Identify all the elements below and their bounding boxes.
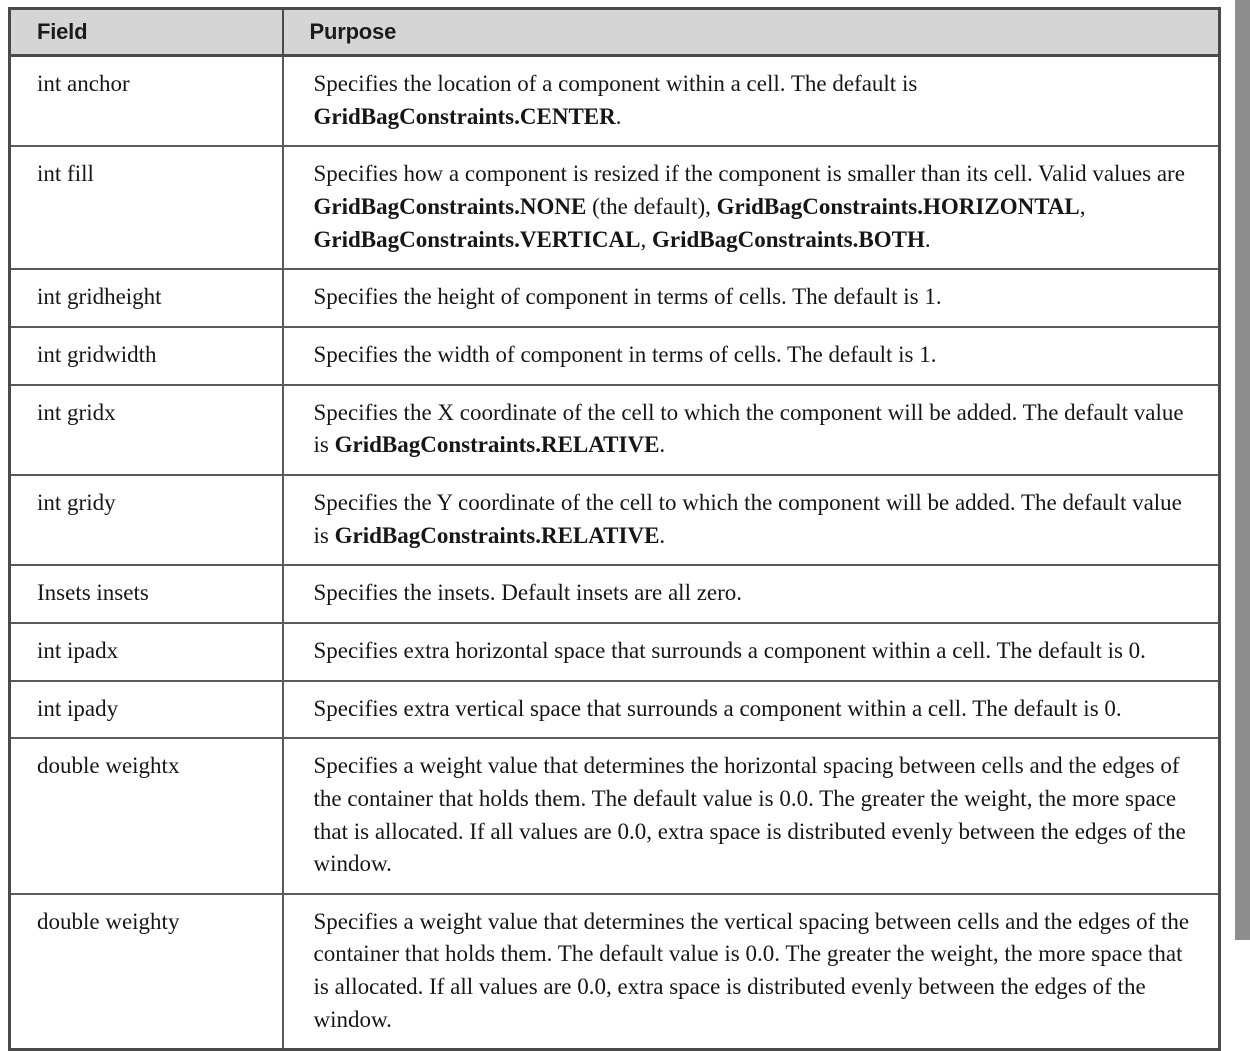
- table-row: int gridy Specifies the Y coordinate of t…: [9, 473, 1220, 566]
- purpose-text: (the default),: [586, 193, 717, 219]
- constant-name: GridBagConstraints.RELATIVE: [334, 522, 660, 548]
- cell-field: int ipady: [9, 679, 284, 739]
- cell-purpose: Specifies extra vertical space that surr…: [282, 679, 1220, 739]
- purpose-text: Specifies extra vertical space that surr…: [313, 695, 1122, 721]
- purpose-text: Specifies the height of component in ter…: [313, 284, 942, 310]
- cell-purpose: Specifies extra horizontal space that su…: [282, 621, 1220, 681]
- cell-field: int gridwidth: [9, 325, 284, 385]
- constant-name: GridBagConstraints.BOTH: [652, 226, 925, 252]
- cell-field: Insets insets: [9, 564, 284, 623]
- table-row: int ipadx Specifies extra horizontal spac…: [9, 621, 1220, 681]
- cell-field: int gridy: [9, 473, 284, 566]
- purpose-text: Specifies extra horizontal space that su…: [313, 637, 1146, 663]
- cell-purpose: Specifies the Y coordinate of the cell t…: [282, 473, 1220, 566]
- purpose-text: Specifies the width of component in term…: [313, 341, 937, 367]
- cell-field: int gridx: [9, 383, 284, 475]
- table-row: Insets insets Specifies the insets. Defau…: [9, 564, 1220, 623]
- table-header: Field Purpose: [9, 8, 1220, 57]
- purpose-text: Specifies the location of a component wi…: [313, 71, 918, 96]
- constant-name: GridBagConstraints.NONE: [313, 193, 587, 219]
- constant-name: GridBagConstraints.VERTICAL: [313, 226, 641, 252]
- page-edge-strip: [1235, 0, 1250, 940]
- table-row: double weighty Specifies a weight value t…: [9, 892, 1220, 1050]
- table-row: int fill Specifies how a component is res…: [9, 145, 1220, 270]
- purpose-text: .: [615, 103, 622, 129]
- specs-table-container: Field Purpose int anchor Specifies the lo…: [8, 7, 1221, 1051]
- purpose-text: .: [924, 226, 931, 252]
- constant-name: GridBagConstraints.RELATIVE: [334, 432, 660, 458]
- gridbagconstraints-fields-table: Field Purpose int anchor Specifies the lo…: [8, 7, 1221, 1051]
- table-body: int anchor Specifies the location of a co…: [9, 55, 1220, 1050]
- purpose-text: .: [659, 522, 666, 548]
- cell-purpose: Specifies a weight value that determines…: [282, 737, 1220, 894]
- table-row: int anchor Specifies the location of a co…: [9, 55, 1220, 147]
- purpose-text: Specifies how a component is resized if …: [313, 161, 1185, 187]
- cell-purpose: Specifies the insets. Default insets are…: [282, 564, 1220, 623]
- purpose-text: Specifies a weight value that determines…: [313, 908, 1190, 1032]
- column-header-purpose: Purpose: [282, 8, 1220, 57]
- cell-field: double weighty: [9, 892, 284, 1050]
- cell-purpose: Specifies the X coordinate of the cell t…: [282, 383, 1220, 475]
- table-row: int gridx Specifies the X coordinate of t…: [9, 383, 1220, 475]
- purpose-text: .: [659, 432, 666, 458]
- cell-field: double weightx: [9, 737, 284, 894]
- table-row: int ipady Specifies extra vertical space …: [9, 679, 1220, 739]
- column-header-field: Field: [9, 8, 284, 57]
- cell-purpose: Specifies the height of component in ter…: [282, 268, 1220, 327]
- cell-field: int ipadx: [9, 621, 284, 681]
- table-row: int gridheight Specifies the height of co…: [9, 268, 1220, 327]
- cell-purpose: Specifies the width of component in term…: [282, 325, 1220, 385]
- cell-field: int anchor: [9, 55, 284, 147]
- cell-purpose: Specifies the location of a component wi…: [283, 56, 1220, 147]
- table-row: double weightx Specifies a weight value t…: [9, 737, 1220, 894]
- purpose-text: ,: [640, 226, 652, 252]
- table-row: int gridwidth Specifies the width of comp…: [9, 325, 1220, 385]
- purpose-text: Specifies a weight value that determines…: [313, 753, 1186, 877]
- constant-name: GridBagConstraints.HORIZONTAL: [716, 193, 1080, 219]
- cell-field: int fill: [9, 145, 284, 270]
- cell-purpose: Specifies a weight value that determines…: [282, 892, 1220, 1050]
- constant-name: GridBagConstraints.CENTER: [313, 103, 616, 129]
- purpose-text: Specifies the insets. Default insets are…: [313, 580, 743, 606]
- cell-purpose: Specifies how a component is resized if …: [282, 145, 1220, 270]
- table-header-row: Field Purpose: [9, 8, 1220, 57]
- purpose-text: ,: [1079, 193, 1086, 219]
- cell-field: int gridheight: [9, 268, 284, 327]
